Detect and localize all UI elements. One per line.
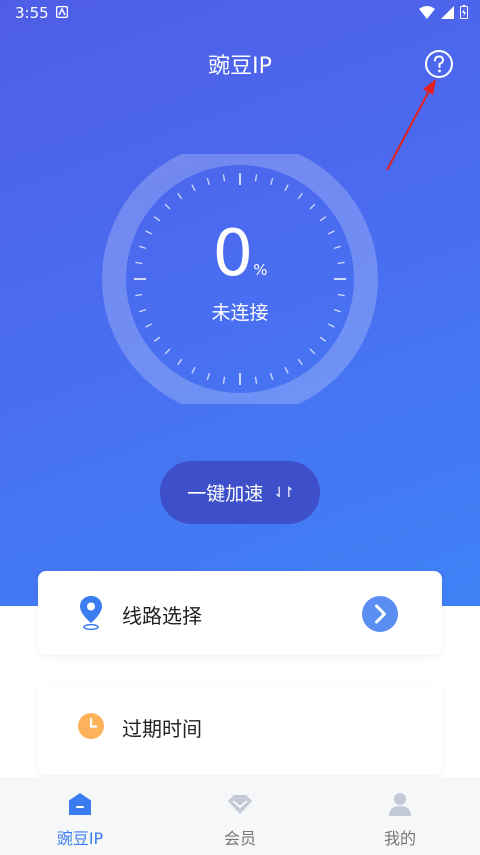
gauge-tick [206,372,211,381]
gauge-tick [319,336,327,342]
diamond-icon [228,795,252,814]
signal-icon [441,5,454,19]
connection-status: 未连接 [211,302,269,324]
gauge-tick [309,203,316,210]
route-select-card[interactable]: 线路选择 [38,571,442,655]
gauge-tick [297,358,303,366]
tab-member-label: 会员 [223,829,256,848]
gauge-tick [191,366,196,374]
gauge-tick [222,174,226,182]
location-pin-icon [80,596,102,631]
gauge-tick [153,336,161,342]
tab-mine-label: 我的 [383,829,416,848]
gauge-tick [164,203,171,210]
page-title: 豌豆IP [208,54,272,79]
status-time: 3:55 [15,4,49,22]
boost-button[interactable]: 一键加速 ⇃↾ [160,461,320,524]
wifi-icon [419,5,435,19]
tab-home-label: 豌豆IP [56,829,104,848]
route-select-label: 线路选择 [122,604,202,628]
boost-button-label: 一键加速 [187,483,264,505]
status-bar: 3:55 [0,0,480,26]
gauge-number: 0 [212,217,254,291]
chevron-right-icon[interactable] [362,596,398,632]
gauge-tick [206,177,211,186]
gauge-tick [191,184,196,192]
gauge-unit: % [253,261,268,279]
gauge-tick [254,174,258,182]
tab-member[interactable]: 会员 [160,777,320,855]
tab-home[interactable]: 豌豆IP [0,777,160,855]
expire-time-label: 过期时间 [122,717,202,741]
clock-icon [78,713,104,739]
gauge-tick [297,192,303,200]
gauge-tick [309,348,316,355]
home-icon [69,793,91,815]
swap-arrows-icon: ⇃↾ [273,484,295,501]
gauge-tick [269,372,274,381]
expire-time-card[interactable]: 过期时间 [38,685,442,775]
tab-mine[interactable]: 我的 [320,777,480,855]
gauge-tick [177,358,183,366]
notification-icon [56,6,68,18]
gauge-tick [222,376,226,384]
gauge-tick [269,177,274,186]
gauge-tick [135,293,143,297]
gauge-tick [284,184,289,192]
gauge-tick [284,366,289,374]
gauge-tick [164,348,171,355]
gauge-tick [254,376,258,384]
gauge-tick [337,293,345,297]
gauge-tick [177,192,183,200]
bottom-tab-bar: 豌豆IP 会员 我的 [0,777,480,855]
battery-icon [460,5,468,19]
user-icon [389,793,411,816]
help-icon[interactable] [424,49,454,79]
gauge-value: 0% [0,218,480,290]
